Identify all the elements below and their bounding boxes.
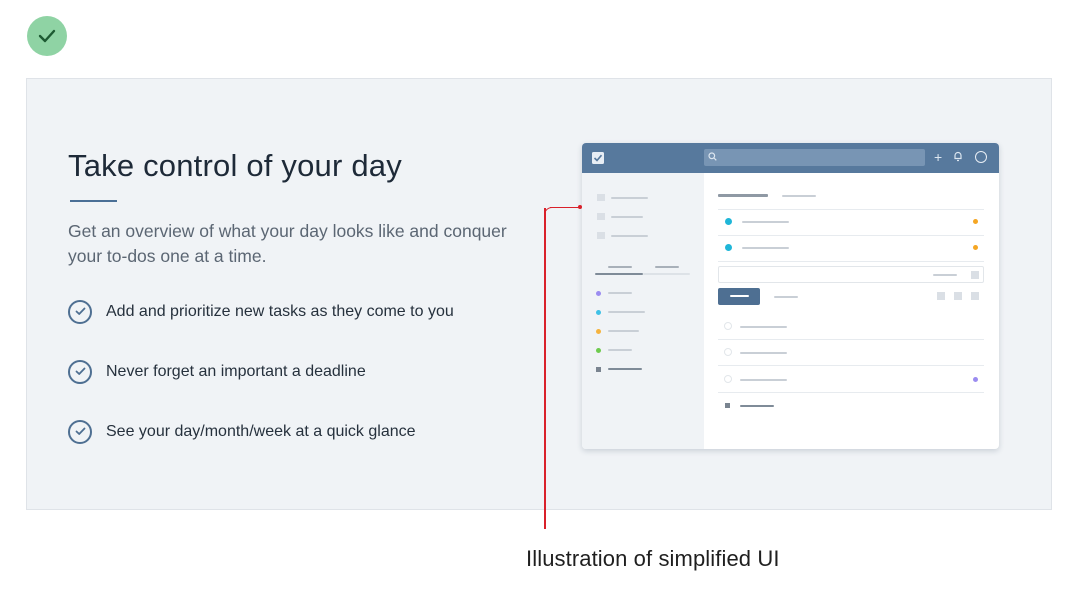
status-check-badge — [27, 16, 67, 56]
mock-button-label — [730, 295, 749, 297]
mock-priority-dot — [973, 219, 978, 224]
mock-divider — [718, 392, 984, 393]
mock-divider — [718, 209, 984, 210]
bell-icon — [954, 151, 962, 162]
simplified-ui-illustration: + — [582, 143, 999, 449]
check-circle-icon — [68, 299, 92, 324]
mock-tool-icon — [971, 292, 979, 300]
mock-task-checkbox — [724, 348, 732, 356]
mock-nav-line — [611, 216, 643, 218]
mock-priority-dot — [973, 377, 978, 382]
annotation-connector-horizontal — [550, 206, 580, 208]
mock-project-line — [608, 330, 639, 332]
mock-task-checkbox — [724, 375, 732, 383]
mock-task-line — [742, 247, 789, 249]
checkmark-icon — [38, 29, 56, 43]
mock-nav-icon — [597, 232, 605, 239]
feature-item: Never forget an important a deadline — [68, 358, 454, 385]
title-underline — [70, 200, 117, 202]
feature-list: Add and prioritize new tasks as they com… — [68, 298, 454, 478]
mock-cancel-line — [774, 296, 798, 298]
mock-search-bar — [704, 149, 925, 166]
app-logo-icon — [592, 152, 604, 164]
mock-sidebar-tab-indicator — [595, 273, 643, 275]
mock-nav-line — [611, 235, 648, 237]
mock-project-line — [608, 292, 632, 294]
plus-icon: + — [934, 149, 943, 165]
mock-project-line — [608, 368, 642, 370]
annotation-caption: Illustration of simplified UI — [526, 546, 780, 571]
mock-section-icon — [725, 403, 730, 408]
mock-task-dot — [725, 218, 732, 225]
mock-project-dot — [596, 329, 601, 334]
mock-tool-icon — [937, 292, 945, 300]
mock-divider — [718, 365, 984, 366]
mock-task-dot — [725, 244, 732, 251]
mock-input-icon — [971, 271, 979, 279]
mock-sidebar-tab — [608, 266, 632, 268]
mock-task-line — [740, 352, 787, 354]
mock-project-line — [608, 349, 632, 351]
page-subtitle: Get an overview of what your day looks l… — [68, 221, 507, 266]
mock-divider — [718, 235, 984, 236]
mock-project-dot — [596, 348, 601, 353]
annotation-pointer-dot — [578, 205, 582, 209]
mock-tool-icon — [954, 292, 962, 300]
mock-sidebar-divider — [643, 273, 690, 275]
mock-divider — [718, 261, 984, 262]
feature-text: See your day/month/week at a quick glanc… — [106, 422, 416, 440]
feature-item: See your day/month/week at a quick glanc… — [68, 418, 454, 445]
mock-nav-icon — [597, 213, 605, 220]
annotation-connector-vertical — [544, 208, 546, 529]
mock-heading — [718, 194, 768, 197]
feature-item: Add and prioritize new tasks as they com… — [68, 298, 454, 325]
mock-task-line — [742, 221, 789, 223]
mock-sidebar-tab — [655, 266, 679, 268]
mock-project-dot — [596, 367, 601, 372]
avatar-icon — [975, 151, 987, 163]
mock-divider — [718, 339, 984, 340]
mock-task-line — [740, 379, 787, 381]
mock-task-line — [740, 326, 787, 328]
mock-topbar: + — [582, 143, 999, 173]
mock-nav-icon — [597, 194, 605, 201]
search-icon — [708, 152, 717, 161]
mock-input-line — [933, 274, 957, 276]
mock-project-dot — [596, 310, 601, 315]
mock-subheading — [782, 195, 816, 197]
mock-project-dot — [596, 291, 601, 296]
annotation-connector-corner — [544, 206, 556, 219]
feature-text: Add and prioritize new tasks as they com… — [106, 302, 454, 320]
mock-priority-dot — [973, 245, 978, 250]
feature-text: Never forget an important a deadline — [106, 362, 366, 380]
mock-section-line — [740, 405, 774, 407]
check-circle-icon — [68, 419, 92, 444]
mock-project-line — [608, 311, 645, 313]
page-title: Take control of your day — [68, 148, 402, 183]
check-circle-icon — [68, 359, 92, 384]
mock-nav-line — [611, 197, 648, 199]
mock-task-checkbox — [724, 322, 732, 330]
